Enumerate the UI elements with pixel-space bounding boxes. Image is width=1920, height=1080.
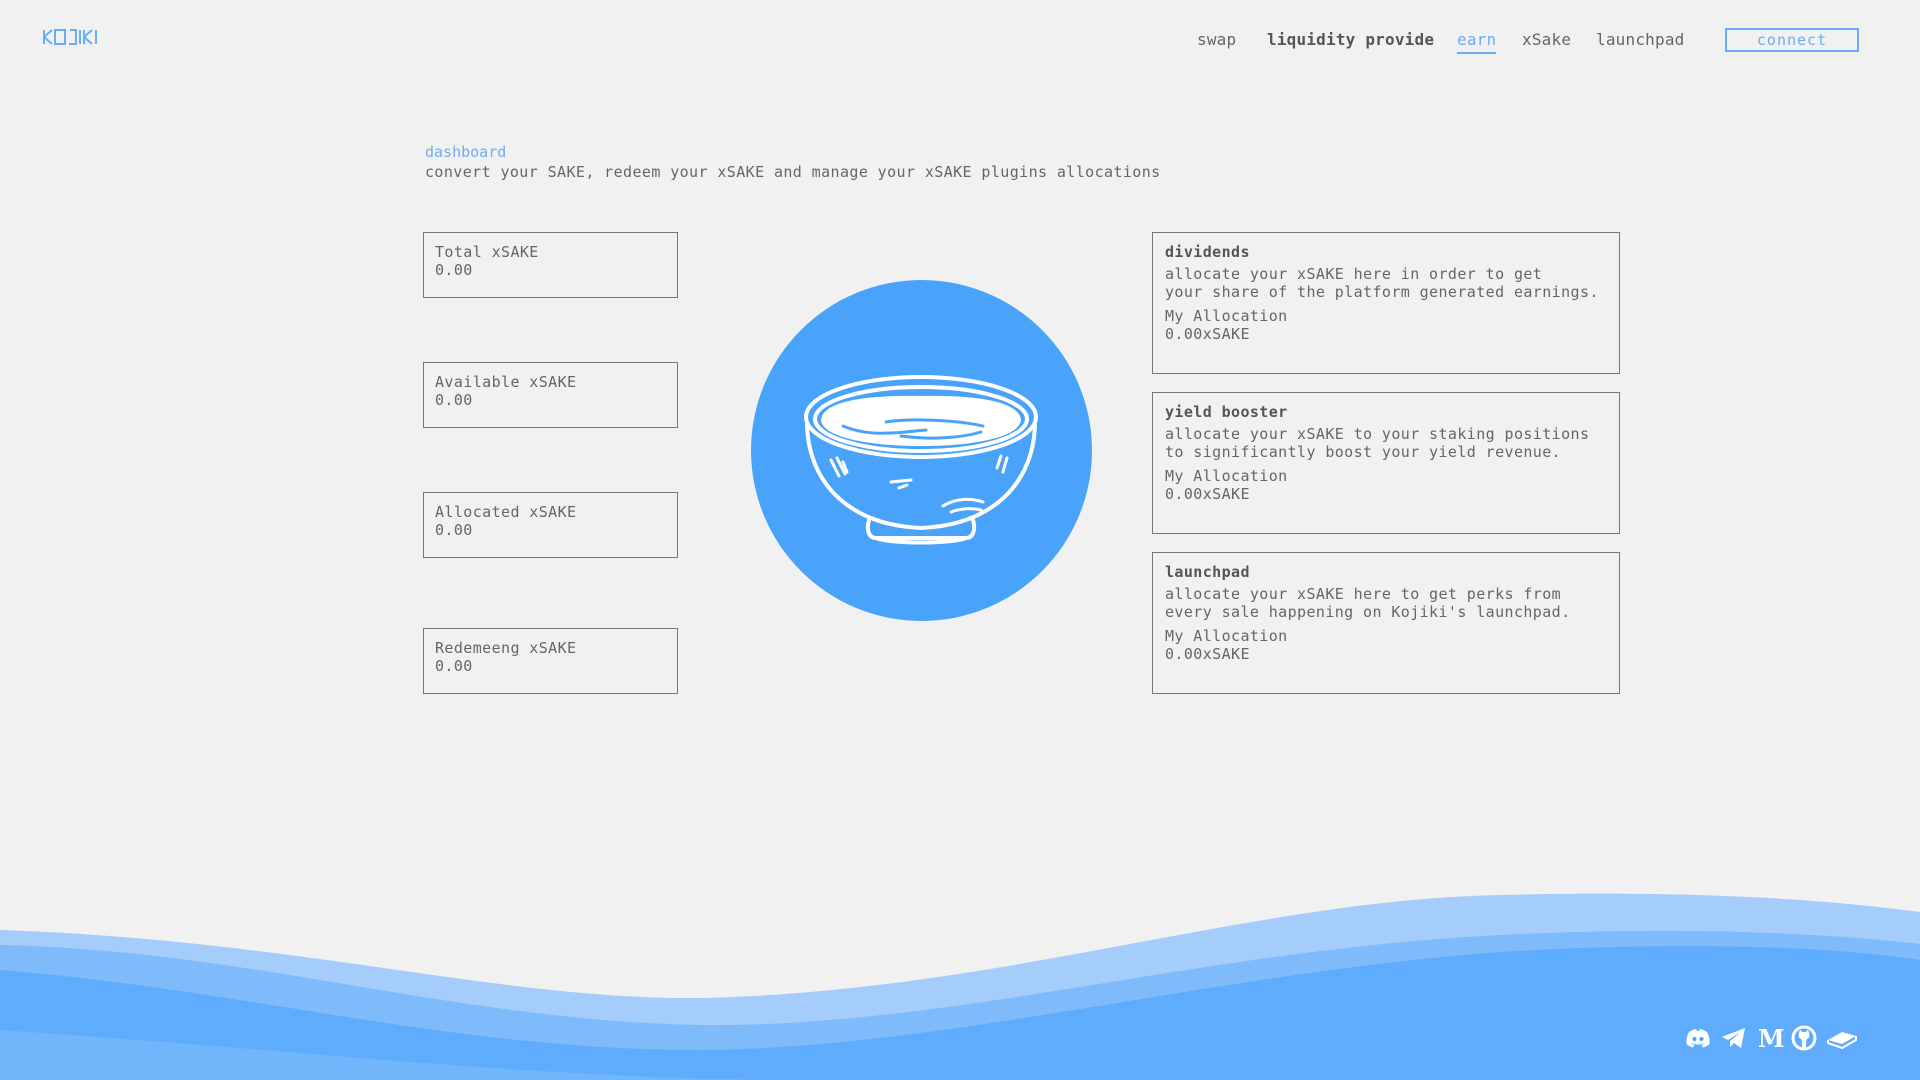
plugin-desc-line: allocate your xSAKE here in order to get bbox=[1165, 265, 1543, 283]
plugin-card-yield-booster[interactable]: yield booster allocate your xSAKE to you… bbox=[1152, 392, 1620, 534]
stat-label: Total xSAKE bbox=[435, 243, 539, 261]
stat-value: 0.00 bbox=[435, 657, 473, 675]
allocation-label: My Allocation bbox=[1165, 307, 1288, 325]
nav-launchpad[interactable]: launchpad bbox=[1596, 30, 1685, 49]
plugin-title: yield booster bbox=[1165, 403, 1288, 421]
stat-redeeming-xsake: Redemeeng xSAKE 0.00 bbox=[423, 628, 678, 694]
footer-waves bbox=[0, 893, 1920, 1080]
allocation-value: 0.00xSAKE bbox=[1165, 485, 1250, 503]
stat-label: Allocated xSAKE bbox=[435, 503, 577, 521]
nav-xsake[interactable]: xSake bbox=[1522, 30, 1571, 49]
svg-text:M: M bbox=[1758, 1024, 1784, 1052]
allocation-label: My Allocation bbox=[1165, 467, 1288, 485]
allocation-label: My Allocation bbox=[1165, 627, 1288, 645]
medium-icon[interactable]: M bbox=[1756, 1024, 1786, 1053]
plugin-desc-line: allocate your xSAKE to your staking posi… bbox=[1165, 425, 1590, 443]
stat-label: Redemeeng xSAKE bbox=[435, 639, 577, 657]
plugin-description: allocate your xSAKE here to get perks fr… bbox=[1165, 585, 1607, 627]
page-subtitle: convert your SAKE, redeem your xSAKE and… bbox=[425, 163, 1161, 181]
plugin-title: dividends bbox=[1165, 243, 1250, 261]
nav-liquidity-provide[interactable]: liquidity provide bbox=[1267, 30, 1434, 49]
sake-bowl-illustration bbox=[751, 280, 1092, 621]
connect-button[interactable]: connect bbox=[1725, 28, 1859, 52]
stat-allocated-xsake: Allocated xSAKE 0.00 bbox=[423, 492, 678, 558]
plugin-desc-line: allocate your xSAKE here to get perks fr… bbox=[1165, 585, 1562, 603]
discord-icon[interactable] bbox=[1684, 1024, 1714, 1052]
bowl-icon bbox=[804, 375, 1038, 545]
plugin-card-dividends[interactable]: dividends allocate your xSAKE here in or… bbox=[1152, 232, 1620, 374]
nav-earn[interactable]: earn bbox=[1457, 30, 1497, 54]
main-nav: swap liquidity provide earn xSake launch… bbox=[0, 28, 1920, 54]
breadcrumb[interactable]: dashboard bbox=[425, 143, 506, 161]
plugin-desc-line: to significantly boost your yield revenu… bbox=[1165, 443, 1562, 461]
stat-value: 0.00 bbox=[435, 391, 473, 409]
plugin-card-launchpad[interactable]: launchpad allocate your xSAKE here to ge… bbox=[1152, 552, 1620, 694]
telegram-icon[interactable] bbox=[1720, 1024, 1750, 1052]
plugin-desc-line: every sale happening on Kojiki's launchp… bbox=[1165, 603, 1571, 621]
stat-label: Available xSAKE bbox=[435, 373, 577, 391]
plugin-description: allocate your xSAKE here in order to get… bbox=[1165, 265, 1607, 307]
stat-total-xsake: Total xSAKE 0.00 bbox=[423, 232, 678, 298]
stat-value: 0.00 bbox=[435, 261, 473, 279]
allocation-value: 0.00xSAKE bbox=[1165, 325, 1250, 343]
stat-available-xsake: Available xSAKE 0.00 bbox=[423, 362, 678, 428]
nav-swap[interactable]: swap bbox=[1197, 30, 1236, 49]
github-icon[interactable] bbox=[1790, 1024, 1820, 1052]
plugin-description: allocate your xSAKE to your staking posi… bbox=[1165, 425, 1607, 467]
plugin-title: launchpad bbox=[1165, 563, 1250, 581]
plugin-desc-line: your share of the platform generated ear… bbox=[1165, 283, 1599, 301]
stat-value: 0.00 bbox=[435, 521, 473, 539]
allocation-value: 0.00xSAKE bbox=[1165, 645, 1250, 663]
docs-icon[interactable] bbox=[1826, 1024, 1857, 1052]
